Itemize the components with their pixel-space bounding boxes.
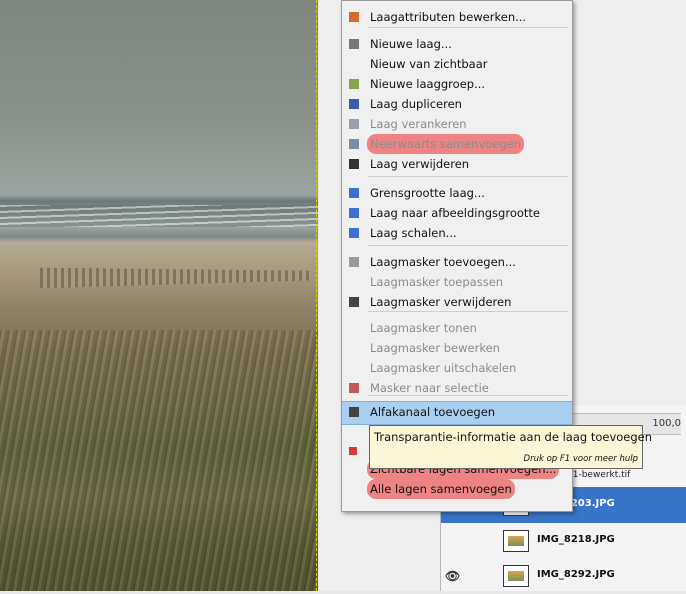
mask-selection-icon [349, 383, 359, 393]
menu-item[interactable]: Alle lagen samenvoegen [342, 479, 572, 499]
menu-item[interactable]: Masker naar selectie [342, 378, 572, 398]
menu-item[interactable]: Laagmasker uitschakelen [342, 358, 572, 378]
selection-border [316, 0, 317, 591]
menu-item[interactable]: Laagmasker toevoegen... [342, 252, 572, 272]
fit-image-icon [349, 208, 359, 218]
menu-item[interactable]: Laagmasker bewerken [342, 338, 572, 358]
boundary-size-icon [349, 188, 359, 198]
menu-item-label: Laag schalen... [370, 226, 457, 240]
layer-name: IMG_8292.JPG [537, 569, 615, 580]
menu-item-label: Laagmasker tonen [370, 321, 477, 335]
layer-thumbnail [503, 565, 529, 587]
folder-icon [349, 79, 359, 89]
image-canvas[interactable] [0, 0, 318, 591]
menu-item[interactable]: Laag verankeren [342, 114, 572, 134]
sea-surf [0, 205, 318, 227]
menu-item[interactable]: Grensgrootte laag... [342, 183, 572, 203]
anchor-icon [349, 119, 359, 129]
new-layer-icon [349, 39, 359, 49]
layer-thumbnail [503, 530, 529, 552]
menu-item-label: Laag naar afbeeldingsgrootte [370, 206, 540, 220]
layer-row[interactable]: 👁 IMG_8292.JPG [441, 558, 686, 594]
menu-item[interactable]: Nieuwe laag... [342, 34, 572, 54]
mask-add-icon [349, 257, 359, 267]
menu-item-label: Laagmasker toepassen [370, 275, 504, 289]
menu-item-label: Masker naar selectie [370, 381, 489, 395]
menu-item-label: Nieuwe laag... [370, 37, 452, 51]
menu-item-label: Laagmasker verwijderen [370, 295, 512, 309]
menu-item-label: Laagmasker bewerken [370, 341, 500, 355]
menu-item-label: Neerwaarts samenvoegen [367, 134, 525, 154]
menu-separator [368, 176, 568, 177]
menu-item[interactable]: Laag verwijderen [342, 154, 572, 174]
menu-item-label: Alle lagen samenvoegen [367, 479, 515, 499]
duplicate-icon [349, 99, 359, 109]
dune-grass [0, 330, 318, 591]
partial-filename: 21-bewerkt.tif [567, 470, 631, 480]
trash-icon [349, 159, 359, 169]
layer-name: IMG_8218.JPG [537, 534, 615, 545]
menu-item[interactable]: Laag schalen... [342, 223, 572, 243]
mask-delete-icon [349, 297, 359, 307]
menu-item-label: Laag verankeren [370, 117, 467, 131]
menu-item[interactable]: Laag naar afbeeldingsgrootte [342, 203, 572, 223]
menu-separator [368, 27, 568, 28]
tooltip-text: Transparantie-informatie aan de laag toe… [374, 430, 653, 444]
merge-down-icon [349, 139, 359, 149]
menu-separator [368, 245, 568, 246]
menu-item[interactable]: Neerwaarts samenvoegen [342, 134, 572, 154]
scale-icon [349, 228, 359, 238]
menu-item-label: Alfakanaal toevoegen [370, 405, 496, 419]
menu-item[interactable]: Alfakanaal toevoegen [342, 401, 572, 425]
menu-item[interactable]: Laagmasker toepassen [342, 272, 572, 292]
layer-row[interactable]: IMG_8218.JPG [441, 523, 686, 559]
menu-item[interactable]: Laagmasker verwijderen [342, 292, 572, 312]
menu-item[interactable]: Nieuw van zichtbaar [342, 54, 572, 74]
menu-item-label: Laagmasker toevoegen... [370, 255, 516, 269]
menu-item[interactable]: Laagmasker tonen [342, 318, 572, 338]
menu-item-label: Laagmasker uitschakelen [370, 361, 517, 375]
menu-item[interactable]: Laag dupliceren [342, 94, 572, 114]
eye-icon[interactable]: 👁 [445, 569, 460, 583]
tooltip: Transparantie-informatie aan de laag toe… [369, 425, 652, 469]
menu-item-label: Laag dupliceren [370, 97, 462, 111]
menu-item-label: Grensgrootte laag... [370, 186, 485, 200]
menu-item-label: Nieuw van zichtbaar [370, 57, 488, 71]
menu-item-label: Laagattributen bewerken... [370, 10, 527, 24]
alpha-channel-icon [349, 407, 359, 417]
menu-item[interactable]: Laagattributen bewerken... [342, 7, 572, 27]
merge-icon [349, 447, 357, 455]
edit-icon [349, 12, 359, 22]
tooltip-hint: Druk op F1 voor meer hulp [523, 454, 638, 464]
menu-item-label: Nieuwe laaggroep... [370, 77, 486, 91]
menu-item-label: Laag verwijderen [370, 157, 470, 171]
menu-item[interactable]: Nieuwe laaggroep... [342, 74, 572, 94]
beach-fence [40, 267, 310, 289]
